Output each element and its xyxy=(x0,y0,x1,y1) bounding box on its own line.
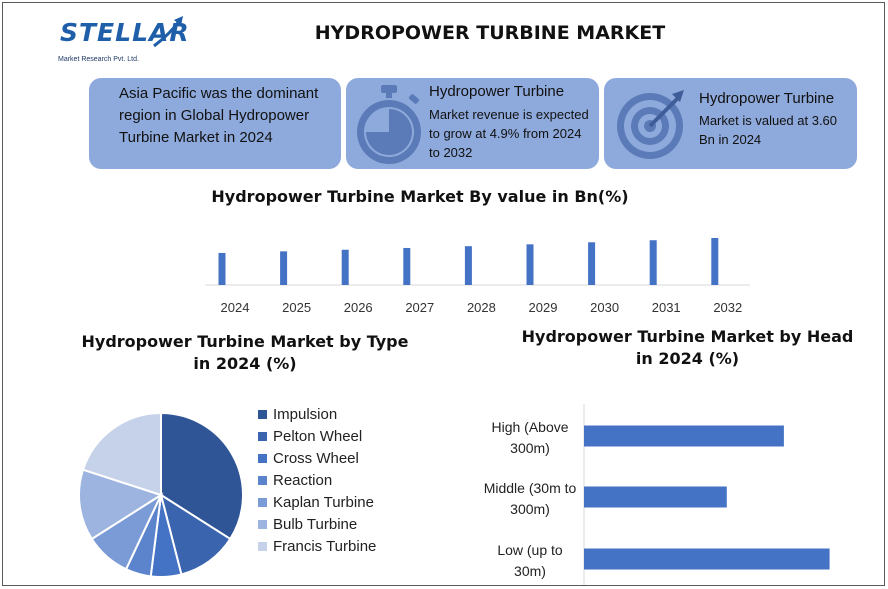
legend-item: Reaction xyxy=(258,469,376,491)
head-tick-label: Low (up to 30m) xyxy=(497,542,563,579)
head-tick-label: Middle (30m to 300m) xyxy=(484,480,577,517)
legend-label: Francis Turbine xyxy=(273,537,377,555)
legend-swatch xyxy=(258,409,267,419)
legend-label: Impulsion xyxy=(273,405,338,423)
legend-item: Francis Turbine xyxy=(258,535,376,557)
legend-swatch xyxy=(258,453,267,463)
legend-swatch xyxy=(258,475,267,485)
legend-item: Bulb Turbine xyxy=(258,513,376,535)
legend-swatch xyxy=(258,497,267,507)
type-pie-legend: Impulsion Pelton Wheel Cross Wheel Reaction… xyxy=(258,403,376,557)
legend-label: Reaction xyxy=(273,471,333,489)
legend-label: Bulb Turbine xyxy=(273,515,358,533)
legend-item: Kaplan Turbine xyxy=(258,491,376,513)
legend-item: Cross Wheel xyxy=(258,447,376,469)
legend-label: Cross Wheel xyxy=(273,449,359,467)
head-bar-chart: High (Above 300m) Middle (30m to 300m) Low (… xyxy=(484,404,830,585)
legend-swatch xyxy=(258,541,267,551)
legend-swatch xyxy=(258,519,267,529)
legend-label: Kaplan Turbine xyxy=(273,493,374,511)
head-bar xyxy=(584,425,784,447)
legend-label: Pelton Wheel xyxy=(273,427,363,445)
legend-item: Impulsion xyxy=(258,403,376,425)
legend-swatch xyxy=(258,431,267,441)
head-tick-label: High (Above 300m) xyxy=(491,419,568,456)
head-bar xyxy=(584,486,727,508)
legend-item: Pelton Wheel xyxy=(258,425,376,447)
head-bar xyxy=(584,548,830,570)
